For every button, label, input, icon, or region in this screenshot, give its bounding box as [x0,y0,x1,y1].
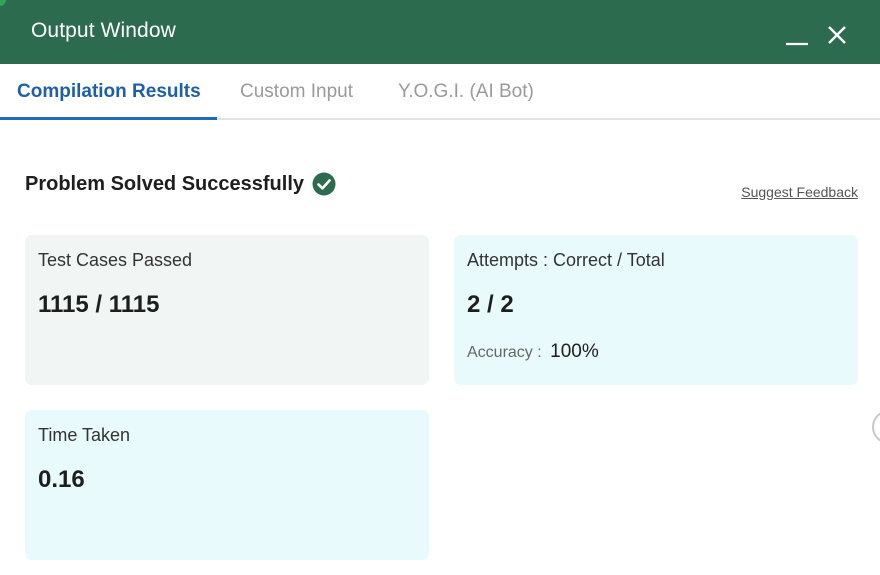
window-title: Output Window [31,19,176,42]
output-window-titlebar: Output Window [0,0,880,64]
minimize-icon [786,42,808,46]
suggest-feedback-link[interactable]: Suggest Feedback [741,184,858,200]
accuracy-value: 100% [550,341,599,362]
side-panel-handle[interactable] [872,410,880,444]
test-cases-value: 1115 / 1115 [38,291,160,318]
minimize-button[interactable] [782,18,812,48]
attempts-label: Attempts : Correct / Total [467,250,665,270]
close-icon [828,26,846,44]
result-status: Problem Solved Successfully [25,172,336,196]
accuracy-label: Accuracy : [467,344,542,361]
time-taken-label: Time Taken [38,425,131,445]
test-cases-card: Test Cases Passed 1115 / 1115 [25,235,429,385]
output-tabs: Compilation Results Custom Input Y.O.G.I… [0,64,880,120]
time-taken-value: 0.16 [38,466,85,493]
check-circle-icon [312,172,336,196]
attempts-value: 2 / 2 [467,291,514,318]
attempts-card: Attempts : Correct / Total 2 / 2 Accurac… [454,235,858,385]
close-button[interactable] [822,18,852,48]
tab-compilation-results[interactable]: Compilation Results [17,81,201,103]
accuracy-row: Accuracy : 100% [467,341,599,363]
corner-dot-icon [0,0,6,6]
tab-yogi-ai-bot[interactable]: Y.O.G.I. (AI Bot) [398,81,534,103]
time-taken-card: Time Taken 0.16 [25,410,429,560]
tab-custom-input[interactable]: Custom Input [240,81,353,103]
test-cases-label: Test Cases Passed [38,250,193,270]
status-text: Problem Solved Successfully [25,172,304,195]
active-tab-indicator [0,117,217,120]
